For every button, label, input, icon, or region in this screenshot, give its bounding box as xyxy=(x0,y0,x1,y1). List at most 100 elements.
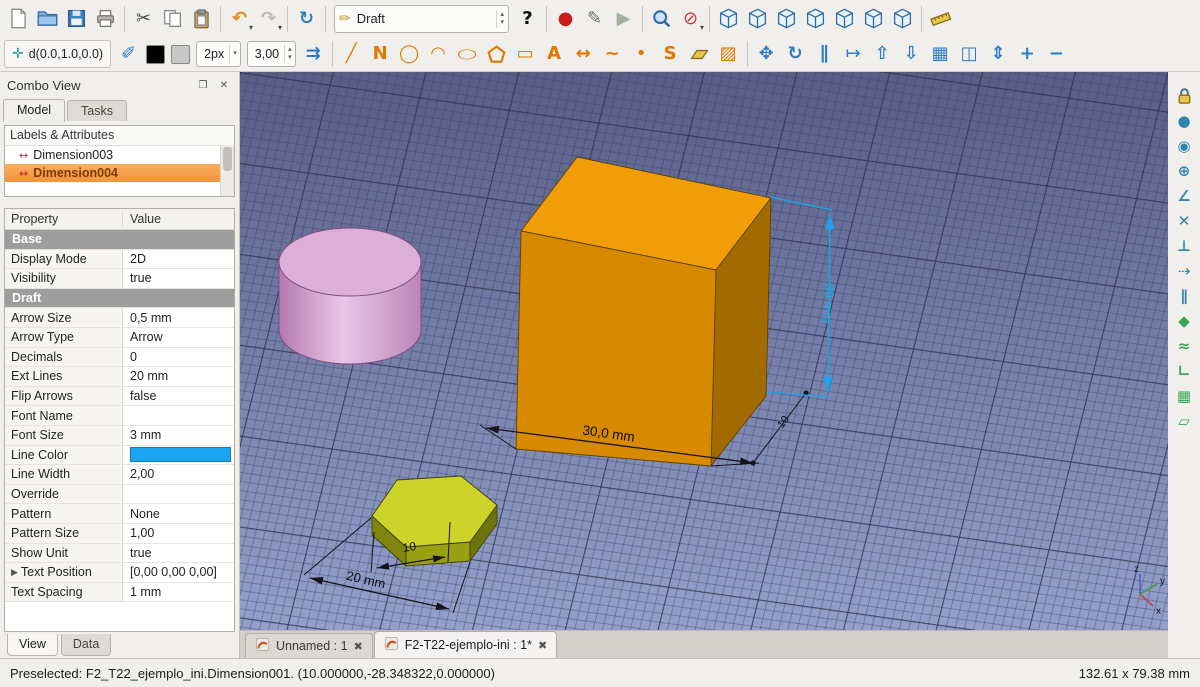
view-bottom[interactable] xyxy=(859,4,888,33)
snap-near[interactable]: ≈ xyxy=(1171,334,1197,358)
float-panel-button[interactable]: ❐ xyxy=(195,77,211,93)
undo[interactable]: ↶ ▾ xyxy=(225,4,254,33)
draft-text[interactable]: A xyxy=(540,40,569,69)
property-value[interactable]: [0,00 0,00 0,00] xyxy=(123,563,234,582)
snap-endpoint[interactable]: ● xyxy=(1171,109,1197,133)
draft-facebinder[interactable] xyxy=(685,40,714,69)
property-value[interactable] xyxy=(123,406,234,425)
draft-add-point[interactable]: + xyxy=(1013,40,1042,69)
snap-extension[interactable]: ⇢ xyxy=(1171,259,1197,283)
property-row-line-color[interactable]: Line Color xyxy=(5,445,234,466)
view-left[interactable] xyxy=(888,4,917,33)
apply-style-button[interactable]: ⇉ xyxy=(299,40,328,69)
workbench-spinner[interactable]: ▴ ▾ xyxy=(496,9,504,28)
property-row-text-spacing[interactable]: Text Spacing 1 mm xyxy=(5,582,234,603)
draft-move[interactable]: ✥ xyxy=(752,40,781,69)
property-value[interactable]: 1 mm xyxy=(123,582,234,602)
workbench-selector[interactable]: ✏ Draft ▴ ▾ xyxy=(334,4,509,33)
close-tab-icon[interactable]: ✖ xyxy=(354,640,363,653)
draft-mirror[interactable]: ◫ xyxy=(955,40,984,69)
macro-play[interactable]: ▶ xyxy=(609,4,638,33)
line-color-swatch[interactable] xyxy=(146,44,166,64)
coordinate-display-button[interactable]: ✛ d(0.0,1.0,0.0) xyxy=(4,40,112,68)
property-row-override[interactable]: Override xyxy=(5,484,234,505)
property-row-font-size[interactable]: Font Size 3 mm xyxy=(5,425,234,446)
property-value[interactable]: None xyxy=(123,504,234,523)
draft-polyline[interactable]: N xyxy=(366,40,395,69)
construction-mode-toggle[interactable]: ✐ xyxy=(114,40,143,69)
property-row-display-mode[interactable]: Display Mode 2D xyxy=(5,249,234,270)
draft-remove-point[interactable]: − xyxy=(1042,40,1071,69)
draft-dimension[interactable]: ↔ xyxy=(569,40,598,69)
draft-bspline[interactable]: ~ xyxy=(598,40,627,69)
property-value[interactable]: 3 mm xyxy=(123,425,234,445)
expander-icon[interactable]: ▶ xyxy=(11,567,18,578)
property-value[interactable]: 1,00 xyxy=(123,523,234,543)
property-row-pattern[interactable]: Pattern None xyxy=(5,504,234,524)
3d-viewport[interactable]: 30,0 mm 10 30 mm 10 20 mm z y x xyxy=(240,72,1168,630)
snap-midpoint[interactable]: ◉ xyxy=(1171,134,1197,158)
measure-distance[interactable] xyxy=(926,4,955,33)
macro-edit[interactable]: ✎ xyxy=(580,4,609,33)
draft-arc[interactable]: ◠ xyxy=(424,40,453,69)
close-panel-button[interactable]: ✕ xyxy=(216,77,232,93)
draft-ellipse[interactable]: ◯ xyxy=(453,40,482,69)
line-width-combo[interactable]: 2px ▾ xyxy=(196,41,241,67)
tree-item-dimension004[interactable]: ↔ Dimension004 xyxy=(5,164,234,182)
property-row-decimals[interactable]: Decimals 0 xyxy=(5,347,234,368)
property-value[interactable]: 0,5 mm xyxy=(123,308,234,327)
cube-object[interactable] xyxy=(515,156,772,467)
property-value[interactable]: 2D xyxy=(123,249,234,269)
snap-lock[interactable] xyxy=(1171,84,1197,108)
new-document[interactable] xyxy=(4,4,33,33)
open-document[interactable] xyxy=(33,4,62,33)
property-row-visibility[interactable]: Visibility true xyxy=(5,269,234,289)
draft-offset[interactable]: ∥ xyxy=(810,40,839,69)
draft-array[interactable]: ▦ xyxy=(926,40,955,69)
draft-hatch[interactable]: ▨ xyxy=(714,40,743,69)
property-value[interactable]: 0 xyxy=(123,347,234,367)
tab-view[interactable]: View xyxy=(7,634,58,656)
copy[interactable] xyxy=(158,4,187,33)
cut[interactable]: ✂ xyxy=(129,4,158,33)
draft-rotate[interactable]: ↻ xyxy=(781,40,810,69)
font-size-spinbox[interactable]: 3,00 ▴ ▾ xyxy=(246,41,296,67)
refresh[interactable]: ↻ xyxy=(292,4,321,33)
whats-this[interactable]: ? xyxy=(513,4,542,33)
property-value[interactable] xyxy=(123,445,234,465)
macro-record[interactable]: ● xyxy=(551,4,580,33)
redo[interactable]: ↷ ▾ xyxy=(254,4,283,33)
property-row-ext-lines[interactable]: Ext Lines 20 mm xyxy=(5,367,234,387)
property-row-show-unit[interactable]: Show Unit true xyxy=(5,543,234,564)
doc-tab-ejemplo[interactable]: F2-T22-ejemplo-ini : 1* ✖ xyxy=(373,631,558,658)
draft-trimex[interactable]: ↦ xyxy=(839,40,868,69)
tab-model[interactable]: Model xyxy=(3,99,66,122)
draft-polygon[interactable] xyxy=(482,40,511,69)
draft-rectangle[interactable]: ▭ xyxy=(511,40,540,69)
close-tab-icon[interactable]: ✖ xyxy=(538,639,547,652)
draft-scale[interactable]: ⇕ xyxy=(984,40,1013,69)
paste[interactable] xyxy=(187,4,216,33)
snap-special[interactable]: ◆ xyxy=(1171,309,1197,333)
draft-circle[interactable]: ◯ xyxy=(395,40,424,69)
draft-line[interactable]: ╱ xyxy=(337,40,366,69)
snap-ortho[interactable]: ∟ xyxy=(1171,359,1197,383)
view-right[interactable] xyxy=(801,4,830,33)
clipping-plane[interactable]: ⊘ ▾ xyxy=(676,4,705,33)
snap-angle[interactable]: ∠ xyxy=(1171,184,1197,208)
property-value[interactable] xyxy=(123,484,234,504)
save-document[interactable] xyxy=(62,4,91,33)
snap-working-plane[interactable]: ▱ xyxy=(1171,409,1197,433)
property-row-flip-arrows[interactable]: Flip Arrows false xyxy=(5,386,234,407)
face-color-swatch[interactable] xyxy=(171,44,191,64)
doc-tab-unnamed[interactable]: Unnamed : 1 ✖ xyxy=(245,633,373,658)
tree-scrollbar[interactable] xyxy=(220,145,234,196)
property-row-pattern-size[interactable]: Pattern Size 1,00 xyxy=(5,523,234,544)
snap-perpendicular[interactable]: ⊥ xyxy=(1171,234,1197,258)
draft-shapestring[interactable]: S xyxy=(656,40,685,69)
line-color-value-swatch[interactable] xyxy=(130,447,231,463)
property-group-base[interactable]: Base xyxy=(5,230,234,250)
draft-point[interactable]: • xyxy=(627,40,656,69)
property-value[interactable]: true xyxy=(123,269,234,288)
snap-intersection[interactable]: ✕ xyxy=(1171,209,1197,233)
